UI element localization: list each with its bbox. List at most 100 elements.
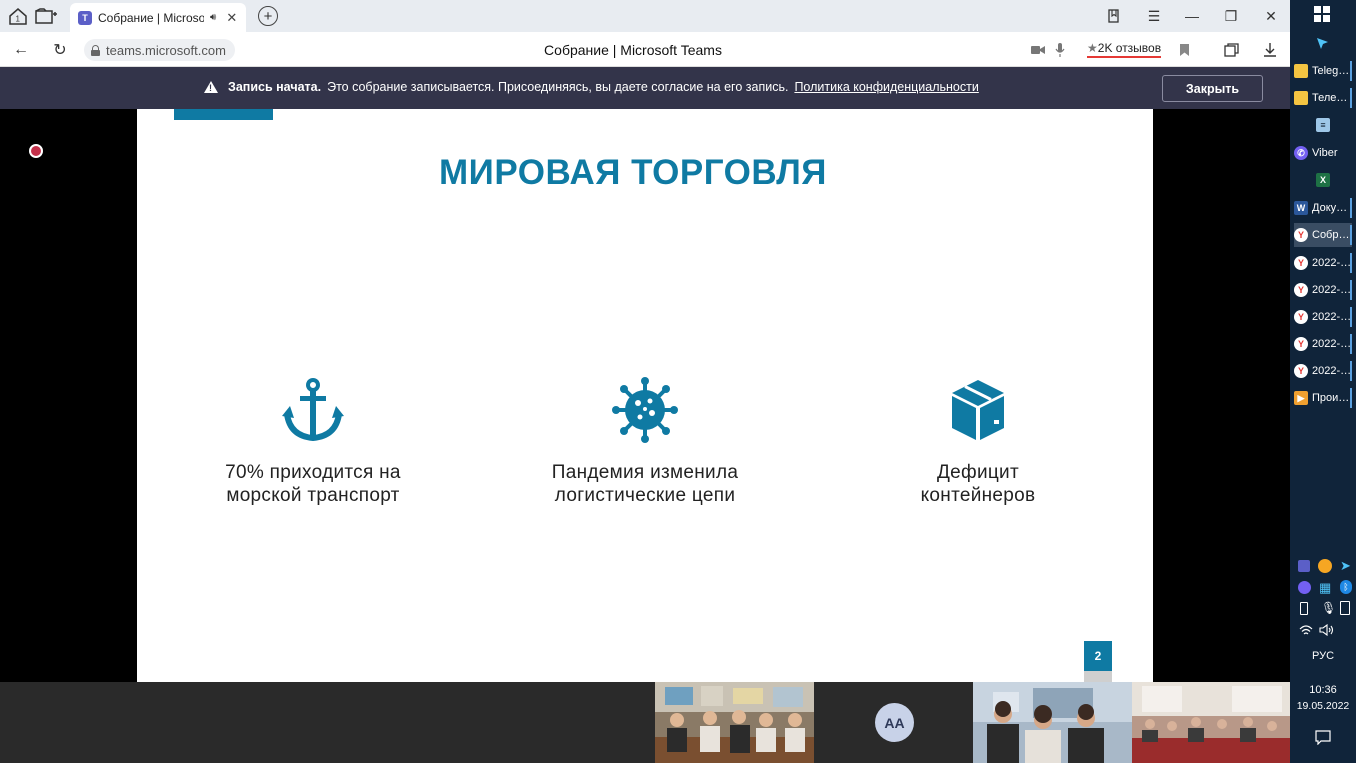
microphone-tray-icon[interactable]: 🎙︎ bbox=[1321, 601, 1336, 615]
slide-accent-bar bbox=[174, 109, 273, 120]
taskbar-item-label: 2022-… bbox=[1312, 365, 1352, 377]
taskbar-item-label: Teleg… bbox=[1312, 65, 1350, 77]
bookmark-icon[interactable] bbox=[1172, 38, 1196, 62]
taskbar-item-viber[interactable]: ✆ Viber bbox=[1294, 141, 1352, 165]
taskbar-item-label: 2022-… bbox=[1312, 311, 1352, 323]
new-tab-button[interactable]: + bbox=[258, 6, 278, 26]
teams-logo-icon: T bbox=[78, 10, 92, 25]
restore-button[interactable]: ❐ bbox=[1213, 4, 1249, 28]
bluetooth-icon[interactable]: ᛒ bbox=[1340, 580, 1352, 594]
screen: 1 T Собрание | Microsoft Teams 🔊︎ ✕ + ☰ … bbox=[0, 0, 1356, 763]
yandex-browser-icon: Y bbox=[1294, 310, 1308, 324]
url-field[interactable]: teams.microsoft.com bbox=[84, 39, 235, 61]
volume-icon[interactable] bbox=[1319, 623, 1335, 639]
feature-caption-line1: Дефицит bbox=[937, 462, 1019, 483]
participant-video-3[interactable] bbox=[1132, 682, 1290, 763]
feature-pandemic: Пандемия изменила логистические цепи bbox=[515, 377, 775, 507]
participant-video-1[interactable] bbox=[655, 682, 814, 763]
taskbar-item-word[interactable]: W Доку… bbox=[1294, 196, 1352, 220]
participant-strip: AA bbox=[0, 682, 1290, 763]
taskbar-item-browser-meeting[interactable]: Y Собр… bbox=[1294, 223, 1352, 247]
pin-tray-icon[interactable]: ➤ bbox=[1340, 558, 1351, 574]
notifications-icon[interactable] bbox=[1315, 730, 1331, 748]
tab-teams-meeting[interactable]: T Собрание | Microsoft Teams 🔊︎ ✕ bbox=[70, 3, 246, 32]
taskbar-item-label: Viber bbox=[1312, 147, 1338, 159]
speaker-icon[interactable]: 🔊︎ bbox=[210, 12, 216, 23]
close-window-button[interactable]: ✕ bbox=[1253, 4, 1289, 28]
slide-page-number: 2 bbox=[1084, 641, 1112, 671]
download-icon[interactable] bbox=[1258, 38, 1282, 62]
clock-date[interactable]: 19.05.2022 bbox=[1290, 700, 1356, 712]
taskbar-item-media-player[interactable]: ▶ Прои… bbox=[1294, 386, 1352, 410]
taskbar-item-browser-2[interactable]: Y 2022-… bbox=[1294, 278, 1352, 302]
grid-tray-icon[interactable]: ▦ bbox=[1319, 580, 1331, 596]
pin-app-icon[interactable] bbox=[1315, 36, 1329, 50]
yandex-browser-icon: Y bbox=[1294, 364, 1308, 378]
wifi-icon[interactable] bbox=[1299, 624, 1313, 639]
reload-button[interactable]: ↻ bbox=[48, 38, 72, 62]
yandex-browser-icon: Y bbox=[1294, 283, 1308, 297]
feature-caption-line2: контейнеров bbox=[920, 485, 1036, 506]
viber-tray-icon[interactable] bbox=[1298, 581, 1311, 594]
taskbar-item-label: Собр… bbox=[1312, 229, 1350, 241]
taskbar-item-excel[interactable]: X bbox=[1294, 168, 1352, 192]
participant-avatar[interactable]: AA bbox=[875, 703, 914, 742]
start-button[interactable] bbox=[1314, 6, 1330, 22]
flower-tray-icon[interactable] bbox=[1318, 559, 1332, 573]
battery-icon[interactable] bbox=[1340, 601, 1350, 615]
feature-caption-line2: логистические цепи bbox=[554, 485, 736, 506]
recording-consent-text: Это собрание записывается. Присоединяясь… bbox=[327, 80, 789, 94]
excel-icon: X bbox=[1316, 173, 1330, 187]
close-banner-button[interactable]: Закрыть bbox=[1162, 75, 1263, 102]
tab-bar: 1 T Собрание | Microsoft Teams 🔊︎ ✕ + ☰ … bbox=[0, 0, 1290, 32]
virus-icon bbox=[515, 377, 775, 443]
menu-icon[interactable]: ☰ bbox=[1136, 4, 1172, 28]
star-icon: ★ bbox=[1087, 41, 1098, 55]
home-icon[interactable]: 1 bbox=[5, 4, 31, 28]
teams-tray-icon[interactable] bbox=[1298, 560, 1310, 572]
tabs-panel-icon[interactable] bbox=[33, 4, 59, 28]
taskbar-item-label: Доку… bbox=[1312, 202, 1348, 214]
back-button[interactable]: ← bbox=[9, 38, 33, 62]
privacy-policy-link[interactable]: Политика конфиденциальности bbox=[794, 80, 978, 94]
container-box-icon bbox=[848, 377, 1108, 443]
recording-started-label: Запись начата. bbox=[228, 80, 322, 94]
warning-icon: ! bbox=[204, 81, 218, 93]
reviews-badge[interactable]: ★2K отзывов bbox=[1087, 41, 1162, 58]
folder-icon bbox=[1294, 91, 1308, 105]
browser-window: 1 T Собрание | Microsoft Teams 🔊︎ ✕ + ☰ … bbox=[0, 0, 1290, 763]
windows-taskbar: Teleg… Теле… ≡ ✆ Viber X W Доку… Y Собр… Y2… bbox=[1290, 0, 1356, 763]
bookmarks-icon[interactable] bbox=[1096, 4, 1132, 28]
feature-containers: Дефицит контейнеров bbox=[848, 377, 1108, 507]
taskbar-item-label: 2022-… bbox=[1312, 257, 1352, 269]
feature-caption-line2: морской транспорт bbox=[226, 485, 400, 506]
participant-video-2[interactable] bbox=[973, 682, 1132, 763]
page-title: Собрание | Microsoft Teams bbox=[544, 42, 722, 58]
url-text: teams.microsoft.com bbox=[106, 42, 226, 58]
microphone-icon[interactable] bbox=[1048, 38, 1072, 62]
close-tab-icon[interactable]: ✕ bbox=[226, 10, 237, 26]
taskbar-item-telegram-folder-2[interactable]: Теле… bbox=[1294, 86, 1352, 110]
recording-banner: ! Запись начата. Это собрание записывает… bbox=[0, 67, 1290, 109]
taskbar-item-notepad[interactable]: ≡ bbox=[1294, 113, 1352, 137]
address-bar: ← ↻ teams.microsoft.com Собрание | Micro… bbox=[0, 32, 1290, 67]
notepad-icon: ≡ bbox=[1316, 118, 1330, 132]
taskbar-item-browser-1[interactable]: Y 2022-… bbox=[1294, 251, 1352, 275]
language-indicator[interactable]: РУС bbox=[1290, 650, 1356, 662]
feature-caption-line1: 70% приходится на bbox=[225, 462, 401, 483]
media-player-icon: ▶ bbox=[1294, 391, 1308, 405]
taskbar-item-browser-3[interactable]: Y 2022-… bbox=[1294, 305, 1352, 329]
recording-indicator-icon bbox=[29, 144, 43, 158]
minimize-button[interactable]: ― bbox=[1174, 4, 1210, 28]
collections-icon[interactable] bbox=[1220, 38, 1244, 62]
clock-time[interactable]: 10:36 bbox=[1290, 684, 1356, 696]
camera-icon[interactable] bbox=[1026, 38, 1050, 62]
taskbar-item-browser-5[interactable]: Y 2022-… bbox=[1294, 359, 1352, 383]
yandex-browser-icon: Y bbox=[1294, 337, 1308, 351]
usb-drive-icon[interactable] bbox=[1300, 602, 1308, 615]
anchor-icon bbox=[183, 377, 443, 443]
taskbar-item-browser-4[interactable]: Y 2022-… bbox=[1294, 332, 1352, 356]
taskbar-item-telegram-folder[interactable]: Teleg… bbox=[1294, 59, 1352, 83]
reviews-label: 2K отзывов bbox=[1097, 41, 1162, 55]
taskbar-item-label: Прои… bbox=[1312, 392, 1350, 404]
